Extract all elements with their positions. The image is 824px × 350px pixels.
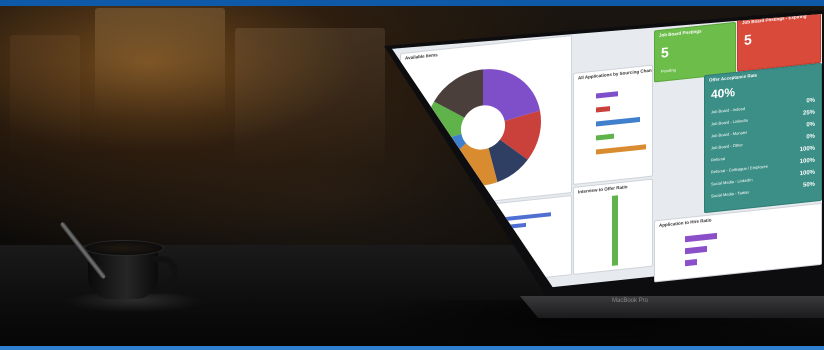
bar-mark: [431, 232, 511, 245]
offer-row-label: Job Board - Monster: [711, 129, 748, 139]
application-to-hire-card: Application to Hire Ratio: [654, 202, 822, 283]
offer-row-pct: 100%: [799, 145, 815, 154]
bottom-accent-bar: [0, 346, 824, 350]
bar-mark: [685, 245, 707, 255]
offer-row-pct: 0%: [806, 97, 815, 105]
available-items-card: Available Items: [400, 35, 572, 212]
offer-acceptance-value: 40%: [711, 84, 736, 102]
cup-rim: [84, 240, 164, 256]
bar-mark: [685, 232, 717, 243]
browser-tab[interactable]: Dashboard | ...: [400, 17, 475, 36]
applications-by-source-card: All Applications by Sourcing Channel: [573, 64, 653, 185]
card-title: Offer Acceptance Rate: [709, 72, 758, 83]
offer-row-pct: 50%: [802, 181, 815, 189]
cup-handle: [150, 256, 178, 294]
offer-row-label: Job Board - LinkedIn: [711, 117, 748, 127]
job-board-expiring-card[interactable]: Job Board Postings - Expiring 5: [737, 14, 821, 72]
source-bar-chart: [596, 91, 646, 155]
card-title: Qualified Candidate Rate: [405, 210, 459, 221]
offer-row-label: Job Board - Other: [711, 142, 743, 151]
offer-row-label: Referral - Colleague / Employee: [711, 163, 768, 175]
interview-to-offer-card: Interview to Offer Ratio: [573, 178, 653, 275]
bar-mark: [596, 144, 646, 155]
offer-row-pct: 100%: [799, 169, 815, 178]
card-title: Job Board Postings: [659, 28, 702, 38]
offer-row-label: Social Media - LinkedIn: [711, 177, 753, 187]
offer-row-pct: 100%: [799, 157, 815, 166]
bar-mark: [596, 106, 610, 113]
offer-row-label: Job Board - Indeed: [711, 105, 746, 115]
background-window-light: [95, 8, 225, 118]
job-board-count: 5: [661, 43, 669, 61]
job-board-footer: Pending: [661, 67, 676, 74]
bar-mark: [685, 258, 697, 267]
interview-offer-chart: [612, 195, 618, 266]
background-window-light: [235, 28, 385, 168]
offer-row-pct: 25%: [802, 109, 815, 117]
bar-mark: [596, 91, 618, 99]
top-accent-bar: [0, 0, 824, 6]
offer-acceptance-card: Offer Acceptance Rate 40% Job Board - In…: [704, 62, 822, 214]
bar-mark: [596, 133, 614, 141]
offer-row-label: Social Media - Twitter: [711, 189, 750, 199]
photo-scene: MacBook Pro Dashboard | ... https://... …: [0, 0, 824, 350]
offer-row-label: Referral: [711, 155, 726, 163]
bar-mark: [612, 195, 618, 266]
application-hire-chart: [685, 232, 717, 267]
donut-chart: [425, 69, 541, 186]
offer-row-pct: 0%: [806, 133, 815, 141]
offer-row-pct: 0%: [806, 121, 815, 129]
background-window-light: [10, 35, 80, 155]
bar-mark: [431, 212, 551, 229]
bar-mark: [596, 116, 640, 127]
expiring-count: 5: [744, 31, 752, 49]
